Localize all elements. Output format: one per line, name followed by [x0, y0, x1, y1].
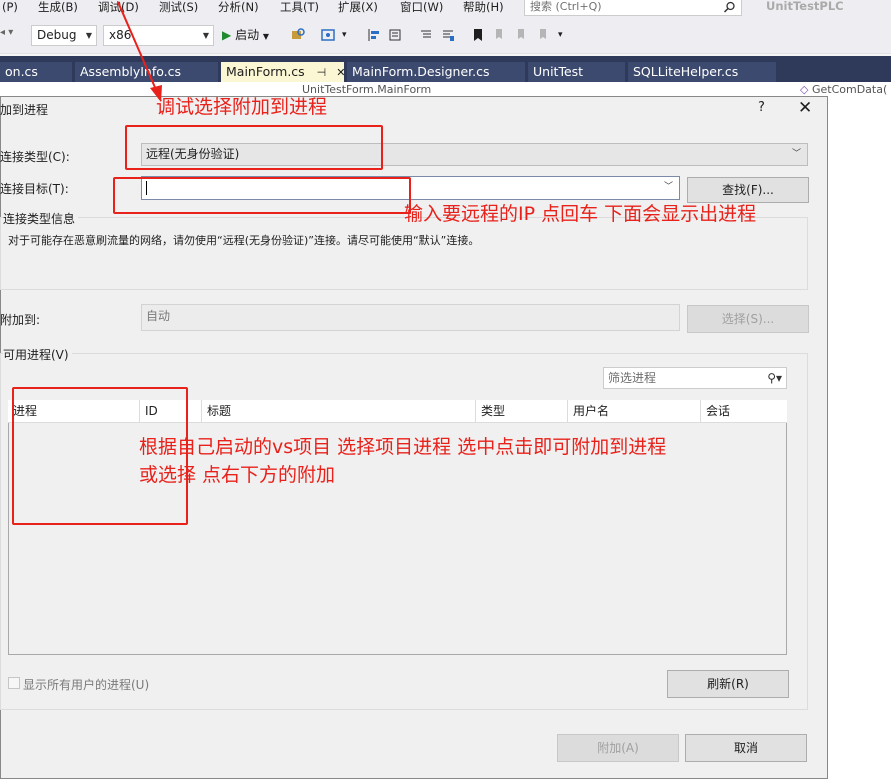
connection-type-label: 连接类型(C): — [0, 150, 70, 164]
annotation-box-connection-type — [125, 125, 383, 170]
chevron-down-icon: ▼ — [202, 31, 209, 40]
connection-info-text: 对于可能存在恶意刷流量的网络，请勿使用“远程(无身份验证)”连接。请尽可能使用“… — [8, 234, 480, 247]
comment-icon[interactable] — [419, 28, 433, 42]
pin-icon[interactable]: ⊣ — [317, 66, 327, 79]
cancel-button[interactable]: 取消 — [685, 734, 807, 762]
connection-info-group — [0, 217, 808, 290]
uncomment-icon[interactable] — [441, 28, 455, 42]
tab-sqllitehelper[interactable]: SQLLiteHelper.cs — [628, 62, 776, 82]
menu-project[interactable]: (P) — [2, 0, 18, 16]
chevron-down-icon: ▼ — [85, 31, 92, 40]
chevron-down-icon: ﹀ — [791, 149, 801, 159]
chevron-down-icon: ▼ — [262, 32, 270, 41]
menu-window[interactable]: 窗口(W) — [400, 0, 443, 16]
info-group-label: 连接类型信息 — [3, 210, 79, 227]
annotation-box-connection-target — [113, 177, 411, 214]
search-placeholder: 搜索 (Ctrl+Q) — [530, 0, 602, 13]
chevron-down-icon[interactable]: ▾ — [342, 30, 347, 40]
prev-bookmark-icon[interactable] — [493, 28, 507, 42]
search-icon: ⚲▾ — [767, 371, 782, 385]
attach-button[interactable]: 附加(A) — [557, 734, 679, 762]
attach-to-label: 附加到: — [0, 313, 41, 327]
tab-label: MainForm.cs — [226, 64, 305, 79]
bookmark-icon[interactable] — [471, 28, 485, 42]
select-button[interactable]: 选择(S)... — [687, 305, 809, 333]
editor-background — [828, 96, 891, 779]
app-title: UnitTestPLC — [766, 0, 844, 13]
config-value: Debug — [37, 28, 77, 42]
filter-processes-input[interactable]: 筛选进程 ⚲▾ — [603, 367, 787, 389]
column-type[interactable]: 类型 — [476, 400, 568, 423]
attach-to-field: 自动 — [141, 304, 680, 331]
tab-mainform-designer[interactable]: MainForm.Designer.cs — [347, 62, 525, 82]
toolbar-overflow-icon[interactable]: ▾ — [558, 30, 563, 40]
annotation-arrow — [117, 1, 162, 102]
clear-bookmarks-icon[interactable] — [537, 28, 551, 42]
show-all-users-label: 显示所有用户的进程(U) — [23, 678, 150, 692]
tab-on-cs[interactable]: on.cs — [0, 62, 72, 82]
tab-label: on.cs — [5, 64, 38, 79]
tab-label: SQLLiteHelper.cs — [633, 64, 739, 79]
next-bookmark-icon[interactable] — [515, 28, 529, 42]
annotation-text-1: 调试选择附加到进程 — [156, 96, 328, 118]
show-all-users-checkbox[interactable] — [8, 677, 20, 689]
annotation-text-2: 输入要远程的IP 点回车 下面会显示出进程 — [404, 203, 757, 225]
filter-placeholder: 筛选进程 — [608, 371, 657, 385]
column-title[interactable]: 标题 — [202, 400, 476, 423]
chevron-down-icon: ﹀ — [663, 182, 673, 192]
search-icon — [723, 1, 735, 13]
search-input[interactable]: 搜索 (Ctrl+Q) — [524, 0, 742, 16]
column-username[interactable]: 用户名 — [568, 400, 701, 423]
config-combo[interactable]: Debug ▼ — [31, 25, 97, 46]
refresh-button[interactable]: 刷新(R) — [667, 670, 789, 698]
column-session[interactable]: 会话 — [701, 400, 787, 423]
menu-extensions[interactable]: 扩展(X) — [338, 0, 378, 16]
menu-build[interactable]: 生成(B) — [38, 0, 78, 16]
dialog-title: 加到进程 — [0, 103, 49, 117]
tab-label: UnitTest — [533, 64, 584, 79]
tab-mainform[interactable]: MainForm.cs ⊣ ✕ — [221, 62, 345, 82]
find-button[interactable]: 查找(F)... — [687, 177, 809, 203]
find-files-icon[interactable] — [291, 28, 305, 42]
close-icon[interactable]: ✕ — [336, 66, 345, 79]
nav-dropdown-icon[interactable]: ◂ ▾ — [0, 27, 13, 38]
close-button[interactable]: ✕ — [798, 98, 812, 118]
tab-label: MainForm.Designer.cs — [352, 64, 490, 79]
format-icon[interactable] — [388, 28, 402, 42]
start-button[interactable]: ▶ 启动 ▼ — [222, 27, 269, 43]
menu-analyze[interactable]: 分析(N) — [218, 0, 259, 16]
annotation-text-3a: 根据自己启动的vs项目 选择项目进程 选中点击即可附加到进程 — [139, 436, 667, 458]
member-nav-combo[interactable]: ◇ GetComData( — [800, 83, 887, 96]
tab-unittest[interactable]: UnitTest — [528, 62, 625, 82]
connection-target-label: 连接目标(T): — [0, 182, 69, 196]
align-icon[interactable] — [367, 28, 381, 42]
annotation-text-3b: 或选择 点右下方的附加 — [139, 464, 336, 486]
start-label: 启动 — [235, 28, 260, 42]
menu-tools[interactable]: 工具(T) — [280, 0, 319, 16]
available-processes-label: 可用进程(V) — [3, 346, 72, 363]
help-button[interactable]: ? — [758, 100, 765, 115]
class-nav-combo[interactable]: UnitTestForm.MainForm — [302, 83, 431, 96]
member-nav-label: GetComData( — [811, 83, 888, 96]
play-icon: ▶ — [222, 28, 232, 42]
method-icon: ◇ — [800, 83, 809, 96]
menu-help[interactable]: 帮助(H) — [463, 0, 504, 16]
screenshot-icon[interactable] — [321, 28, 335, 42]
